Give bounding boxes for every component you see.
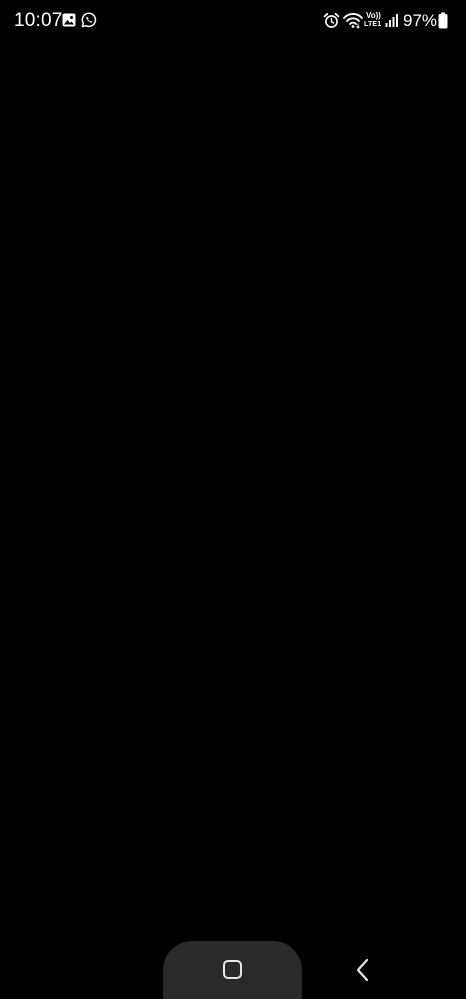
lte-label: LTE1 bbox=[364, 21, 382, 28]
home-square-icon bbox=[223, 960, 242, 979]
status-bar: 10:07 Vo)) LTE1 97% bbox=[0, 0, 466, 40]
screen: 10:07 Vo)) LTE1 97% bbox=[0, 0, 466, 999]
alarm-icon bbox=[323, 12, 340, 29]
status-time: 10:07 bbox=[14, 10, 63, 31]
battery-icon bbox=[438, 12, 448, 29]
volte-lte-icon: Vo)) LTE1 bbox=[364, 11, 384, 31]
battery-percent: 97% bbox=[403, 11, 438, 30]
chevron-left-icon bbox=[356, 958, 369, 982]
back-button[interactable] bbox=[350, 956, 376, 984]
wifi-icon bbox=[343, 12, 363, 29]
whatsapp-icon bbox=[81, 12, 97, 28]
gallery-icon bbox=[61, 12, 77, 28]
home-button[interactable] bbox=[163, 941, 302, 999]
volte-label: Vo)) bbox=[366, 11, 381, 20]
signal-icon bbox=[385, 12, 399, 29]
